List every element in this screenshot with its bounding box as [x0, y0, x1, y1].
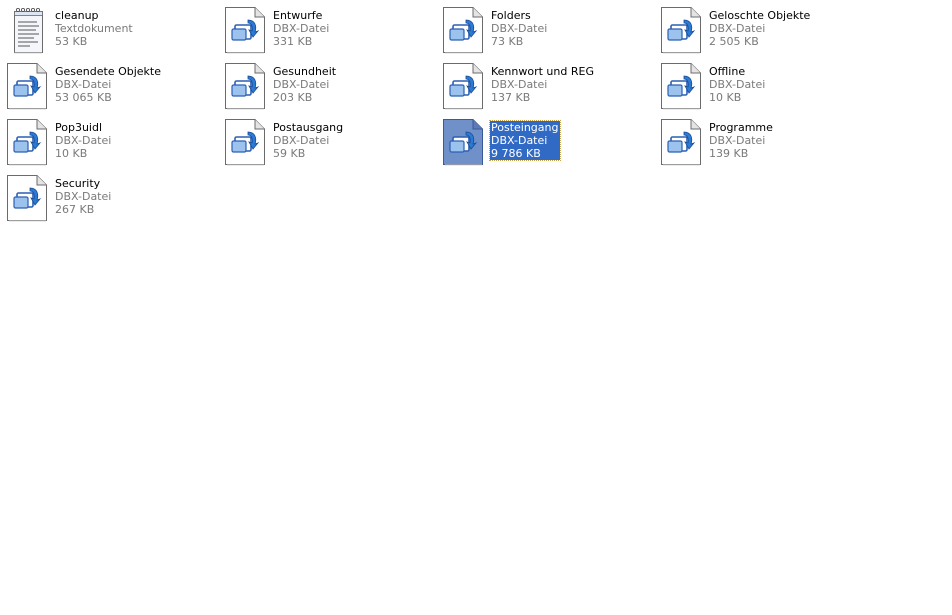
file-item[interactable]: Offline DBX-Datei 10 KB	[660, 62, 878, 118]
file-type: DBX-Datei	[709, 22, 766, 35]
file-label[interactable]: Security DBX-Datei 267 KB	[55, 177, 111, 216]
file-type: DBX-Datei	[55, 134, 112, 147]
file-item[interactable]: Entwurfe DBX-Datei 331 KB	[224, 6, 442, 62]
dbx-file-icon[interactable]	[224, 6, 266, 54]
file-type: DBX-Datei	[273, 78, 330, 91]
file-size: 139 KB	[709, 147, 749, 160]
file-name: Security	[55, 177, 101, 190]
file-item[interactable]: Postausgang DBX-Datei 59 KB	[224, 118, 442, 174]
file-type: DBX-Datei	[709, 78, 766, 91]
file-size: 10 KB	[55, 147, 88, 160]
file-size: 59 KB	[273, 147, 306, 160]
file-name: Folders	[491, 9, 531, 22]
dbx-file-icon[interactable]	[6, 174, 48, 222]
file-name: Geloschte Objekte	[709, 9, 811, 22]
file-size: 137 KB	[491, 91, 531, 104]
file-type: DBX-Datei	[491, 134, 548, 147]
file-item[interactable]: Programme DBX-Datei 139 KB	[660, 118, 878, 174]
file-size: 10 KB	[709, 91, 742, 104]
file-type: DBX-Datei	[55, 190, 112, 203]
file-type: DBX-Datei	[709, 134, 766, 147]
file-item[interactable]: Geloschte Objekte DBX-Datei 2 505 KB	[660, 6, 878, 62]
file-name: Offline	[709, 65, 746, 78]
file-label[interactable]: Geloschte Objekte DBX-Datei 2 505 KB	[709, 9, 810, 48]
dbx-file-icon[interactable]	[660, 62, 702, 110]
file-size: 2 505 KB	[709, 35, 759, 48]
file-name: cleanup	[55, 9, 99, 22]
file-name: Gesundheit	[273, 65, 337, 78]
file-size: 53 KB	[55, 35, 88, 48]
file-label[interactable]: Gesendete Objekte DBX-Datei 53 065 KB	[55, 65, 161, 104]
file-type: DBX-Datei	[491, 22, 548, 35]
file-size: 73 KB	[491, 35, 524, 48]
file-label[interactable]: Gesundheit DBX-Datei 203 KB	[273, 65, 336, 104]
dbx-file-icon[interactable]	[224, 62, 266, 110]
file-label[interactable]: Kennwort und REG DBX-Datei 137 KB	[491, 65, 594, 104]
file-type: DBX-Datei	[273, 22, 330, 35]
file-name: Posteingang	[491, 121, 559, 134]
file-size: 203 KB	[273, 91, 313, 104]
file-label[interactable]: Pop3uidl DBX-Datei 10 KB	[55, 121, 111, 160]
dbx-file-icon[interactable]	[660, 6, 702, 54]
file-label[interactable]: Offline DBX-Datei 10 KB	[709, 65, 765, 104]
dbx-file-icon[interactable]	[224, 118, 266, 166]
dbx-file-icon[interactable]	[6, 118, 48, 166]
text-document-icon[interactable]	[6, 6, 48, 54]
dbx-file-icon[interactable]	[660, 118, 702, 166]
file-type: DBX-Datei	[491, 78, 548, 91]
dbx-file-icon[interactable]	[6, 62, 48, 110]
file-name: Programme	[709, 121, 773, 134]
file-type: DBX-Datei	[55, 78, 112, 91]
file-label[interactable]: Entwurfe DBX-Datei 331 KB	[273, 9, 329, 48]
file-item[interactable]: cleanup Textdokument 53 KB	[6, 6, 224, 62]
file-name: Postausgang	[273, 121, 344, 134]
file-size: 267 KB	[55, 203, 95, 216]
file-label[interactable]: Posteingang DBX-Datei 9 786 KB	[489, 120, 561, 161]
file-name: Pop3uidl	[55, 121, 103, 134]
file-label[interactable]: cleanup Textdokument 53 KB	[55, 9, 133, 48]
file-label[interactable]: Folders DBX-Datei 73 KB	[491, 9, 547, 48]
file-type: Textdokument	[55, 22, 133, 35]
file-type: DBX-Datei	[273, 134, 330, 147]
file-list-view: cleanup Textdokument 53 KB Entwurfe DBX-Dat…	[6, 6, 946, 230]
file-item[interactable]: Pop3uidl DBX-Datei 10 KB	[6, 118, 224, 174]
dbx-file-icon[interactable]	[442, 62, 484, 110]
file-name: Entwurfe	[273, 9, 323, 22]
file-item[interactable]: Posteingang DBX-Datei 9 786 KB	[442, 118, 660, 174]
file-size: 9 786 KB	[491, 147, 541, 160]
dbx-file-icon[interactable]	[442, 6, 484, 54]
file-name: Gesendete Objekte	[55, 65, 162, 78]
file-size: 331 KB	[273, 35, 313, 48]
file-item[interactable]: Gesundheit DBX-Datei 203 KB	[224, 62, 442, 118]
file-item[interactable]: Security DBX-Datei 267 KB	[6, 174, 224, 230]
file-item[interactable]: Folders DBX-Datei 73 KB	[442, 6, 660, 62]
file-size: 53 065 KB	[55, 91, 112, 104]
file-name: Kennwort und REG	[491, 65, 594, 78]
dbx-file-icon[interactable]	[442, 118, 484, 166]
file-label[interactable]: Programme DBX-Datei 139 KB	[709, 121, 773, 160]
file-label[interactable]: Postausgang DBX-Datei 59 KB	[273, 121, 343, 160]
file-item[interactable]: Gesendete Objekte DBX-Datei 53 065 KB	[6, 62, 224, 118]
file-item[interactable]: Kennwort und REG DBX-Datei 137 KB	[442, 62, 660, 118]
